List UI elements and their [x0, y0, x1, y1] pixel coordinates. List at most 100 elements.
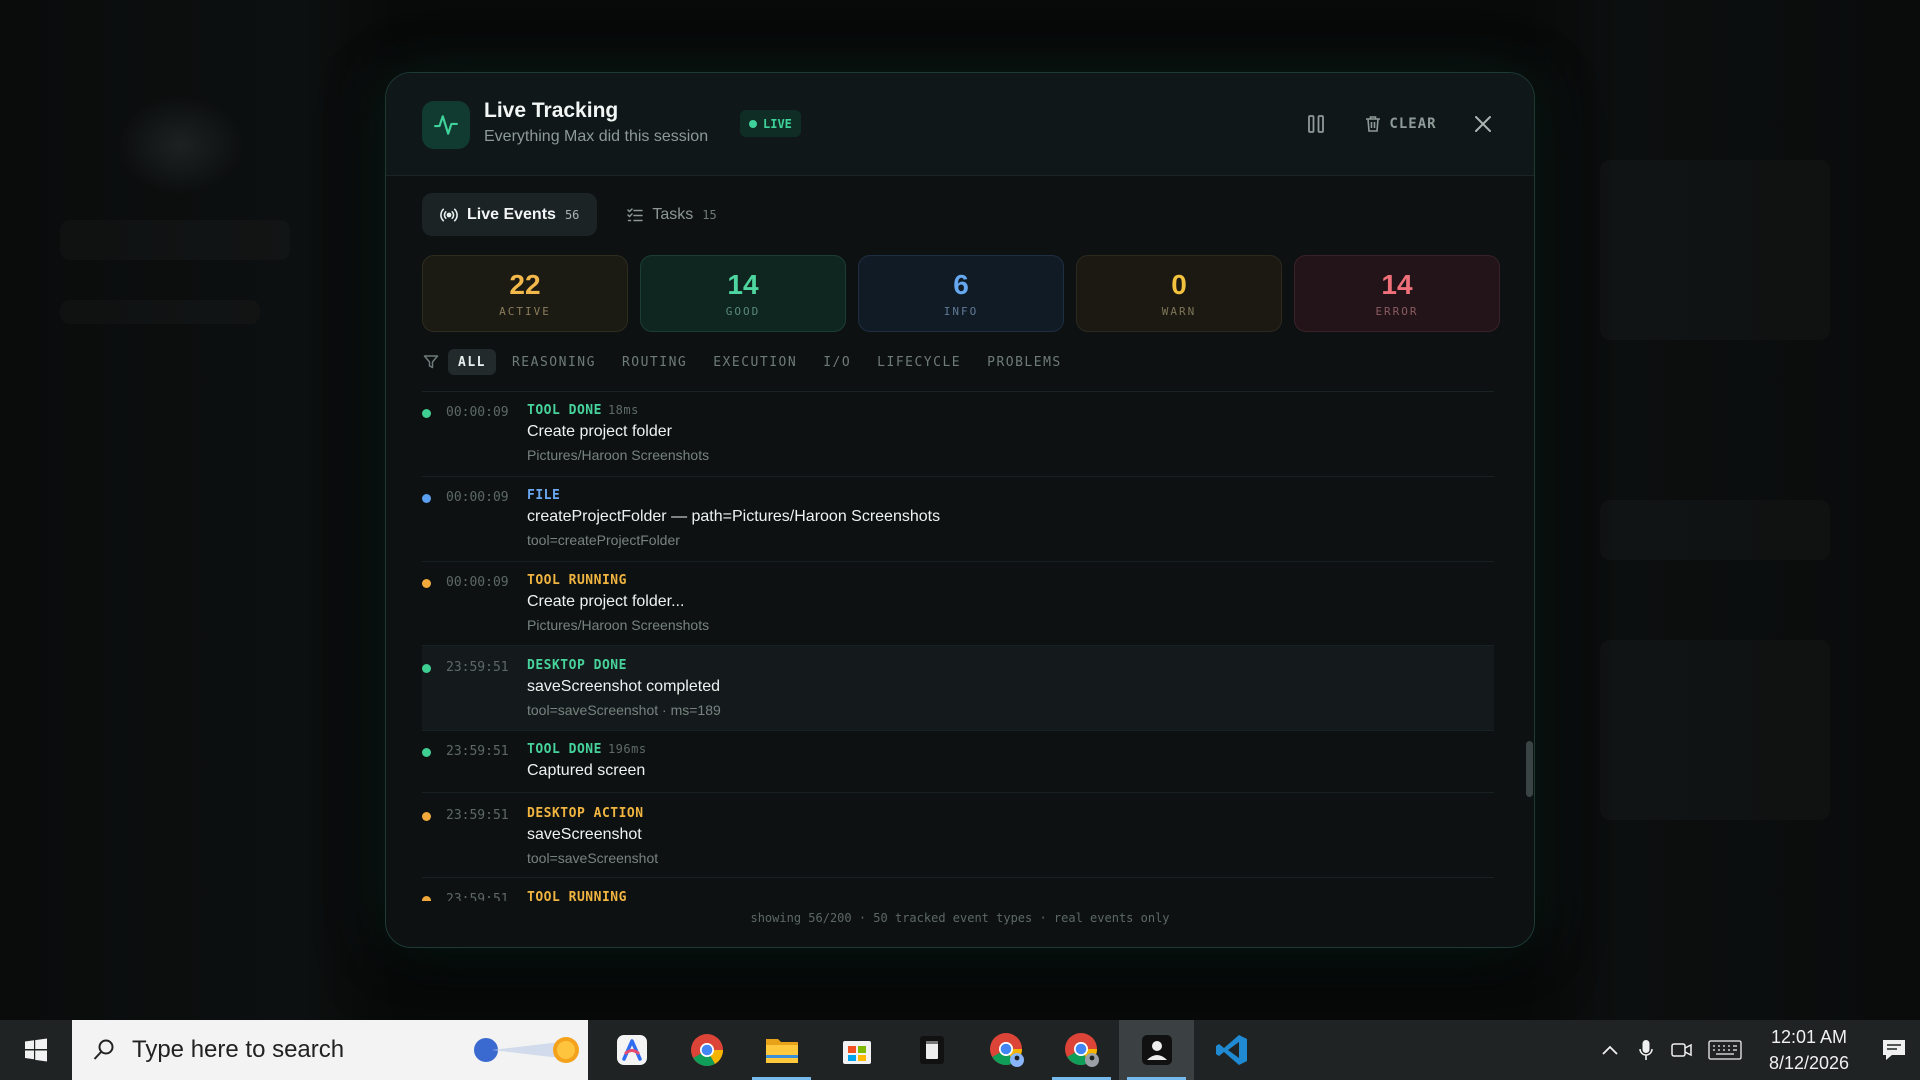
clear-button-label: CLEAR [1389, 116, 1437, 132]
microphone-button[interactable] [1628, 1020, 1664, 1080]
event-row[interactable]: 23:59:51 DESKTOP ACTION saveScreenshot t… [422, 793, 1494, 878]
stat-label: INFO [943, 304, 979, 318]
event-title: Create project folder [527, 423, 672, 440]
stat-value: 14 [727, 268, 759, 300]
taskbar-app-file-explorer[interactable] [744, 1020, 819, 1080]
status-dot [422, 409, 431, 418]
event-title: Captured screen [527, 762, 646, 779]
close-button[interactable] [1468, 109, 1498, 139]
tab-live-events[interactable]: Live Events 56 [422, 193, 598, 236]
filter-io[interactable]: I/O [813, 349, 861, 375]
camera-icon [1671, 1043, 1692, 1057]
chrome-icon [690, 1034, 723, 1067]
microphone-icon [1639, 1040, 1653, 1060]
pause-button[interactable] [1301, 109, 1331, 139]
event-duration: 18ms [607, 403, 639, 417]
clear-button[interactable]: CLEAR [1356, 109, 1446, 139]
event-row[interactable]: 00:00:09 TOOL RUNNING Create project fol… [422, 562, 1494, 646]
event-time: 00:00:09 [446, 575, 509, 590]
broadcast-icon [440, 208, 458, 221]
taskbar-app-chrome-profile-2[interactable] [1044, 1020, 1119, 1080]
trash-icon [1366, 116, 1381, 132]
filter-routing[interactable]: ROUTING [612, 349, 697, 375]
event-row[interactable]: 00:00:09 FILE createProjectFolder — path… [422, 477, 1494, 562]
start-button[interactable] [0, 1020, 72, 1080]
taskbar-clock[interactable]: 12:01 AM 8/12/2026 [1750, 1024, 1868, 1076]
windows-icon [25, 1038, 47, 1062]
taskbar-app-chrome[interactable] [669, 1020, 744, 1080]
modal-title: Live Tracking [484, 99, 619, 122]
show-hidden-icons-button[interactable] [1592, 1020, 1628, 1080]
filter-reasoning[interactable]: REASONING [502, 349, 606, 375]
event-title: createProjectFolder — path=Pictures/Haro… [527, 508, 941, 525]
event-type: FILE [527, 488, 561, 503]
event-row[interactable]: 23:59:51 TOOL RUNNING [422, 878, 1494, 901]
status-dot [422, 748, 431, 757]
event-row[interactable]: 00:00:09 TOOL DONE 18ms Create project fo… [422, 392, 1494, 477]
search-highlight-icon [474, 1037, 579, 1063]
event-type: TOOL DONE [527, 403, 602, 418]
tab-count: 15 [702, 207, 717, 222]
taskbar-app-chrome-profile[interactable] [969, 1020, 1044, 1080]
taskbar-app-max[interactable] [1119, 1020, 1194, 1080]
tab-tasks[interactable]: Tasks 15 [609, 193, 734, 236]
stat-value: 0 [1171, 268, 1187, 300]
event-time: 00:00:09 [446, 490, 509, 505]
pause-icon [1308, 115, 1324, 133]
taskbar: Type here to search 12:01 AM 8/12/2026 [0, 1020, 1920, 1080]
folder-icon [765, 1039, 798, 1063]
footer-note: showing 56/200 · 50 tracked event types … [750, 911, 1170, 925]
event-type: DESKTOP DONE [527, 658, 627, 673]
modal-subtitle: Everything Max did this session [484, 128, 709, 145]
event-title: saveScreenshot [527, 826, 642, 843]
vscode-icon [1215, 1035, 1247, 1065]
stat-cards: 22 ACTIVE 14 GOOD 6 INFO 0 WARN 14 ERROR [422, 255, 1500, 332]
tab-bar: Live Events 56 Tasks 15 [422, 193, 735, 236]
event-meta: Pictures/Haroon Screenshots [527, 447, 710, 463]
event-meta: Pictures/Haroon Screenshots [527, 617, 710, 633]
event-list-scrollbar[interactable] [1526, 741, 1533, 797]
search-placeholder: Type here to search [132, 1036, 345, 1063]
notification-icon [1883, 1040, 1905, 1060]
checklist-icon [627, 207, 644, 221]
filter-all[interactable]: ALL [448, 349, 496, 375]
taskbar-app-notepad[interactable] [894, 1020, 969, 1080]
status-dot [422, 579, 431, 588]
stat-label: GOOD [725, 304, 761, 318]
event-type: DESKTOP ACTION [527, 806, 644, 821]
camera-button[interactable] [1664, 1020, 1700, 1080]
stat-value: 6 [953, 268, 969, 300]
tab-label: Live Events [467, 205, 556, 223]
search-icon [93, 1039, 114, 1060]
stat-label: ERROR [1375, 304, 1419, 318]
event-list: 00:00:09 TOOL DONE 18ms Create project fo… [422, 391, 1494, 901]
keyboard-icon [1708, 1040, 1742, 1060]
taskbar-app-vscode[interactable] [1194, 1020, 1269, 1080]
chrome-profile-icon [989, 1033, 1024, 1067]
event-title: saveScreenshot completed [527, 678, 720, 695]
live-badge-label: LIVE [763, 116, 792, 131]
stat-label: WARN [1161, 304, 1197, 318]
filter-execution[interactable]: EXECUTION [703, 349, 807, 375]
stat-value: 14 [1381, 268, 1413, 300]
event-type: TOOL RUNNING [527, 890, 627, 901]
event-row[interactable]: 23:59:51 DESKTOP DONE saveScreenshot com… [422, 646, 1494, 731]
event-time: 23:59:51 [446, 808, 509, 823]
live-badge: LIVE [740, 110, 801, 137]
taskbar-search[interactable]: Type here to search [72, 1020, 588, 1080]
event-row[interactable]: 23:59:51 TOOL DONE 196ms Captured screen [422, 731, 1494, 793]
touch-keyboard-button[interactable] [1700, 1020, 1750, 1080]
filter-lifecycle[interactable]: LIFECYCLE [867, 349, 971, 375]
notification-center-button[interactable] [1868, 1020, 1920, 1080]
taskbar-app-arc[interactable] [594, 1020, 669, 1080]
store-icon [842, 1041, 871, 1064]
filter-problems[interactable]: PROBLEMS [977, 349, 1072, 375]
live-dot-icon [749, 119, 757, 128]
taskbar-app-store[interactable] [819, 1020, 894, 1080]
close-icon [1475, 116, 1491, 132]
stat-card-warn: 0 WARN [1076, 255, 1282, 332]
event-type: TOOL RUNNING [527, 573, 627, 588]
stat-card-active: 22 ACTIVE [422, 255, 628, 332]
event-time: 00:00:09 [446, 405, 509, 420]
status-dot [422, 494, 431, 503]
